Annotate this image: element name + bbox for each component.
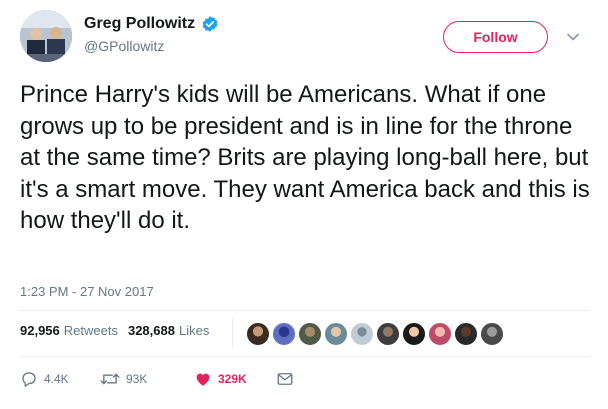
tweet-card: Greg Pollowitz @GPollowitz Follow Prince… <box>0 0 608 409</box>
like-count: 329K <box>218 372 247 386</box>
liker-avatars <box>246 322 506 346</box>
retweets-label: Retweets <box>63 323 118 338</box>
likes-stat[interactable]: 328,688 Likes <box>128 323 209 338</box>
likes-label: Likes <box>178 323 210 338</box>
author-name-row: Greg Pollowitz <box>84 15 219 33</box>
liker-avatar[interactable] <box>298 322 322 346</box>
follow-button[interactable]: Follow <box>443 21 548 53</box>
likes-count: 328,688 <box>127 323 175 338</box>
liker-avatar[interactable] <box>480 322 504 346</box>
retweet-icon <box>100 373 120 385</box>
envelope-icon <box>277 373 293 385</box>
liker-avatar[interactable] <box>402 322 426 346</box>
verified-badge-icon <box>202 16 218 32</box>
author-handle[interactable]: @GPollowitz <box>84 38 164 54</box>
tweet-actions: 4.4K 93K 329K <box>20 370 294 388</box>
liker-avatar[interactable] <box>246 322 270 346</box>
divider <box>20 356 590 357</box>
reply-count: 4.4K <box>44 372 69 386</box>
liker-avatar[interactable] <box>272 322 296 346</box>
reply-icon <box>22 372 36 387</box>
liker-avatar[interactable] <box>428 322 452 346</box>
reply-button[interactable]: 4.4K <box>20 370 86 388</box>
heart-icon <box>196 373 210 386</box>
like-button[interactable]: 329K <box>194 370 274 388</box>
retweets-count: 92,956 <box>20 323 60 338</box>
divider <box>20 310 590 311</box>
retweets-stat[interactable]: 92,956 Retweets <box>20 323 118 338</box>
author-display-name[interactable]: Greg Pollowitz <box>84 15 195 33</box>
avatar-photo-icon <box>20 10 72 62</box>
retweet-button[interactable]: 93K <box>100 370 180 388</box>
tweet-timestamp[interactable]: 1:23 PM - 27 Nov 2017 <box>20 284 154 299</box>
tweet-text: Prince Harry's kids will be Americans. W… <box>20 81 590 234</box>
direct-message-button[interactable] <box>276 370 294 388</box>
liker-avatar[interactable] <box>454 322 478 346</box>
tweet-stats: 92,956 Retweets 328,688 Likes <box>20 323 209 338</box>
chevron-down-icon[interactable] <box>566 30 580 44</box>
author-avatar[interactable] <box>20 10 72 62</box>
retweet-count: 93K <box>126 372 148 386</box>
liker-avatar[interactable] <box>376 322 400 346</box>
liker-avatar[interactable] <box>324 322 348 346</box>
stats-separator <box>232 318 233 348</box>
liker-avatar[interactable] <box>350 322 374 346</box>
